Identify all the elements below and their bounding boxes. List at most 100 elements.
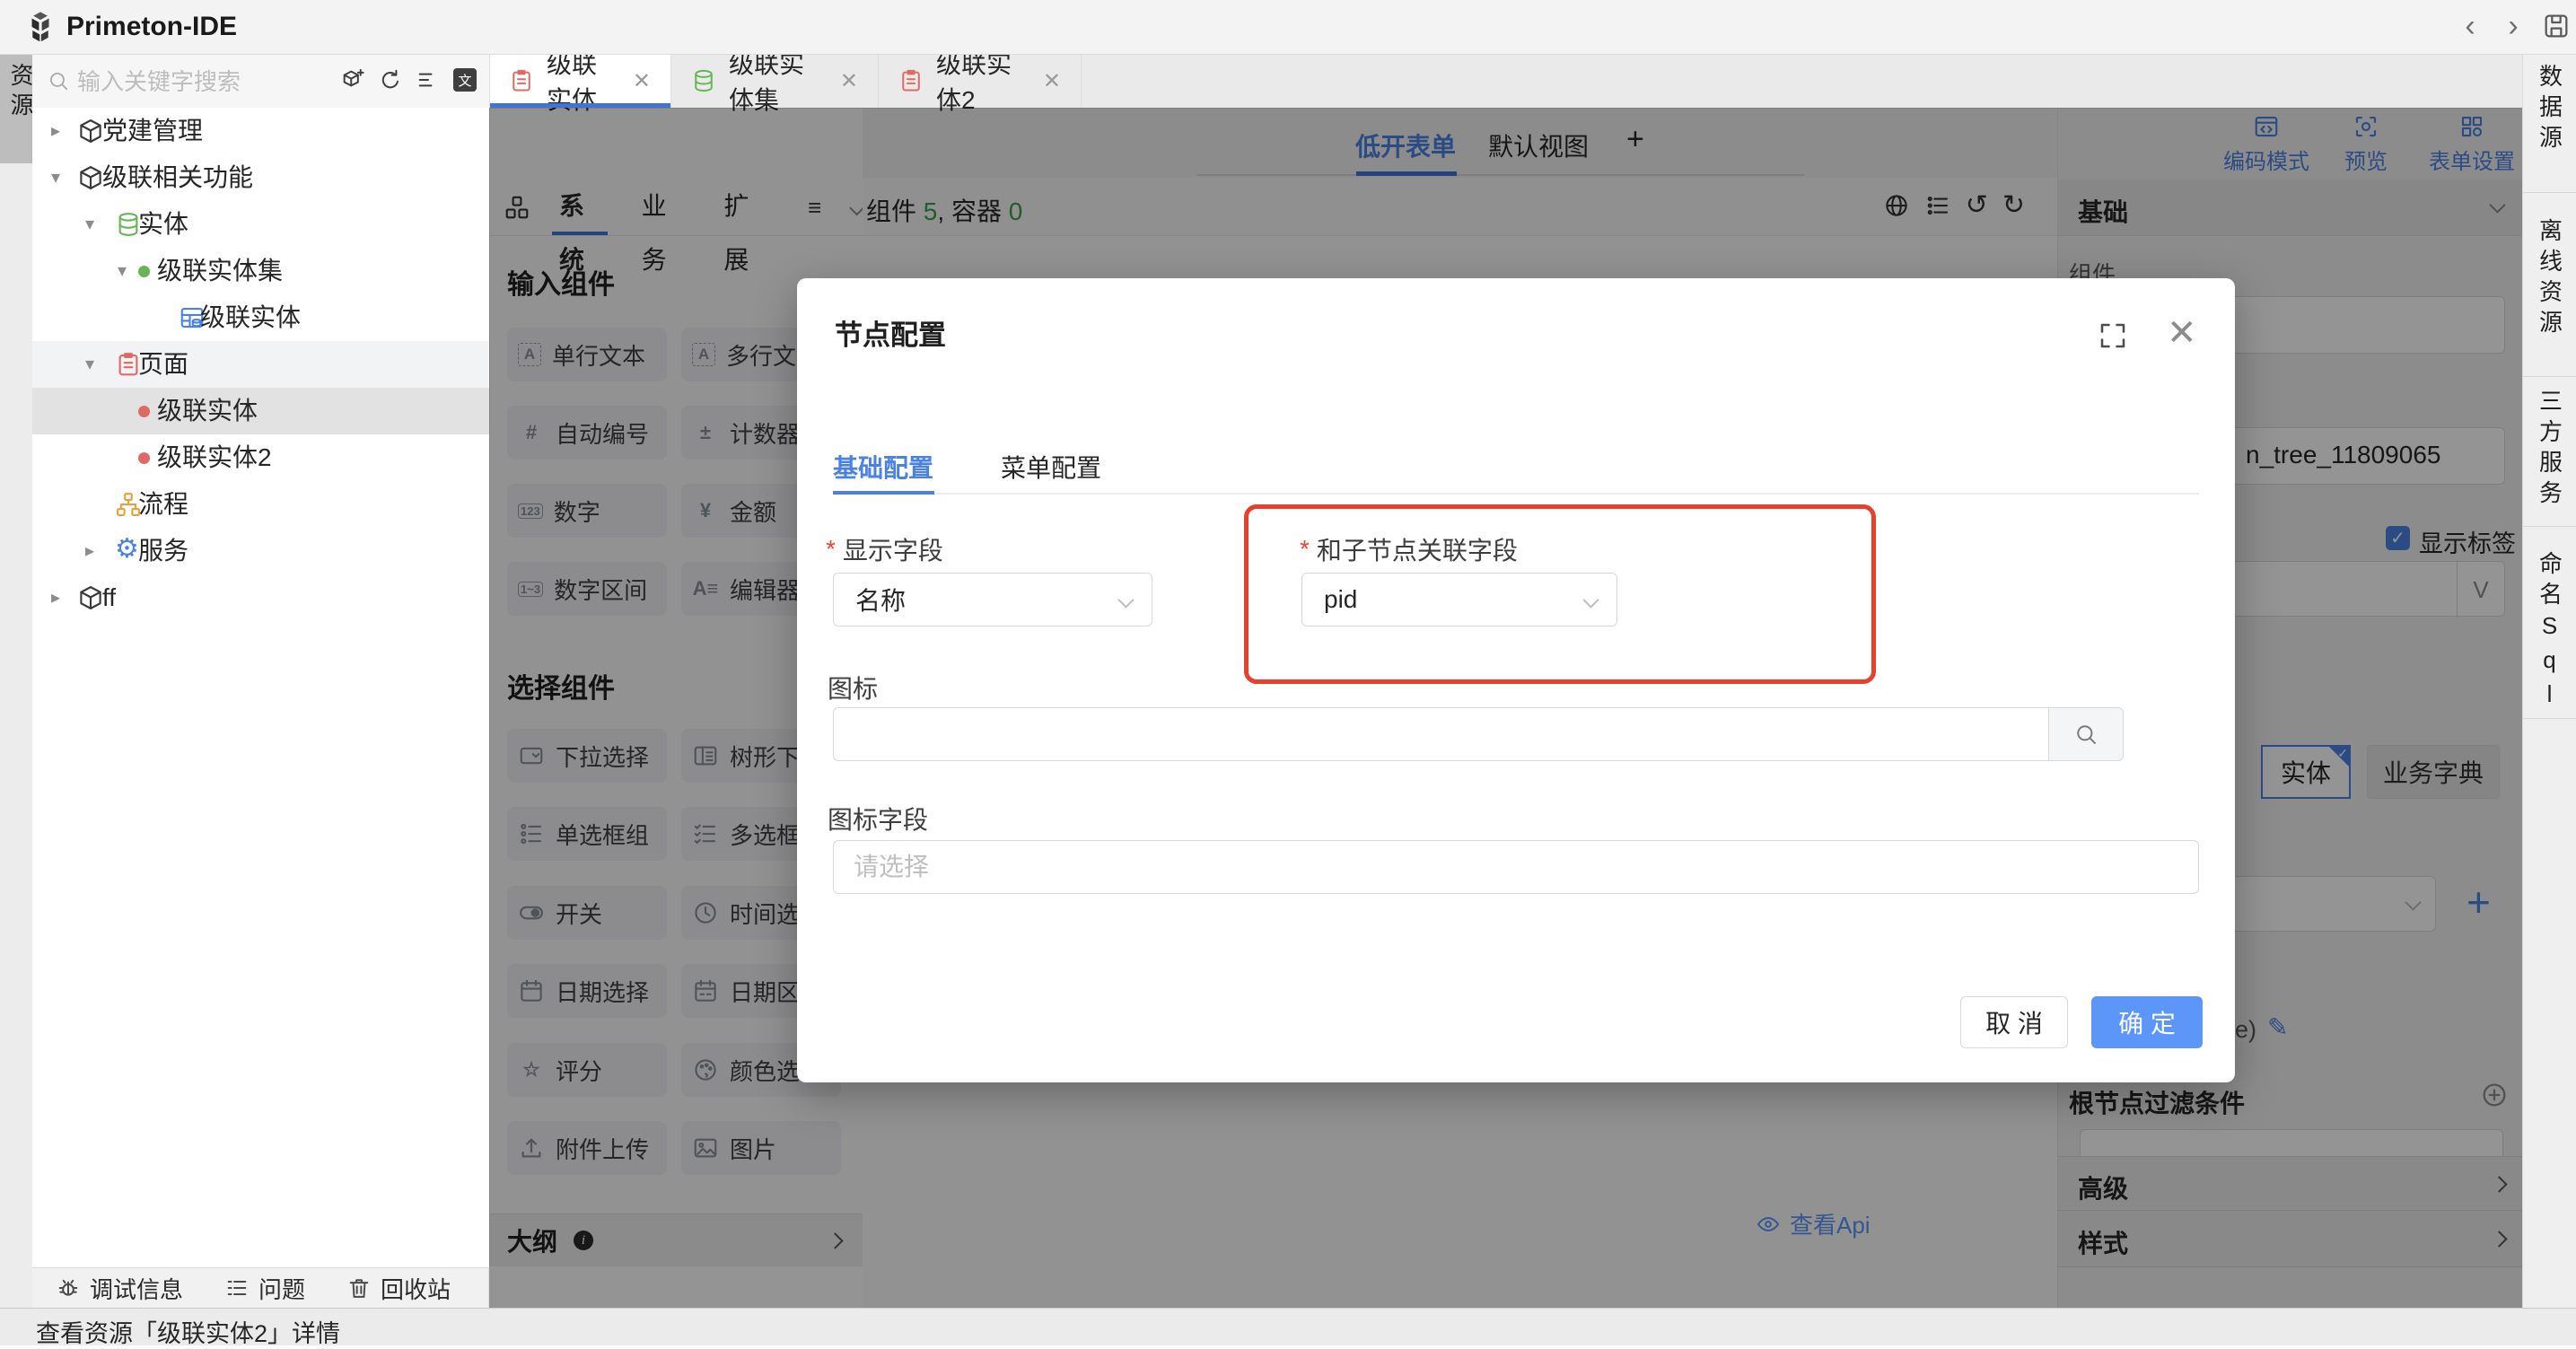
document-tab[interactable]: 级联实体✕ bbox=[489, 54, 671, 108]
tab-divider bbox=[833, 493, 2199, 495]
translate-icon[interactable]: 文 bbox=[453, 68, 477, 92]
dot-red-icon bbox=[138, 452, 150, 464]
add-model-icon[interactable] bbox=[340, 67, 365, 92]
tree-item-label: 服务 bbox=[138, 528, 188, 574]
toolbar-问题[interactable]: 问题 bbox=[224, 1272, 305, 1305]
bug-icon bbox=[56, 1275, 81, 1301]
rail-tab-命名Sql[interactable]: 命名Sql bbox=[2523, 551, 2576, 714]
display-field-value: 名称 bbox=[855, 582, 906, 618]
close-icon[interactable]: ✕ bbox=[633, 68, 651, 94]
rail-tab-数据源[interactable]: 数据源 bbox=[2523, 64, 2576, 155]
tree-item[interactable]: 级联实体 bbox=[32, 388, 489, 434]
document-tab[interactable]: 级联实体集✕ bbox=[671, 54, 879, 108]
tree-item[interactable]: ▾ 级联实体集 bbox=[32, 248, 489, 294]
cancel-button[interactable]: 取 消 bbox=[1960, 996, 2068, 1048]
tab-basic-config[interactable]: 基础配置 bbox=[833, 449, 933, 485]
package-icon bbox=[77, 164, 104, 191]
page-red-icon bbox=[898, 68, 924, 93]
display-field-select[interactable]: 名称 bbox=[833, 573, 1152, 626]
chevron-down-icon[interactable]: ▾ bbox=[118, 248, 127, 294]
tree-item-label: 级联相关功能 bbox=[102, 154, 253, 201]
search-icon bbox=[47, 69, 70, 92]
search-icon bbox=[2073, 722, 2098, 747]
chevron-right-icon[interactable]: ▸ bbox=[51, 574, 60, 621]
status-text: 查看资源「级联实体2」详情 bbox=[36, 1314, 340, 1349]
node-config-modal: 节点配置 ✕ 基础配置 菜单配置 * 显示字段 * 和子节点关联字段 名称 pi… bbox=[797, 278, 2235, 1082]
rail-tab-label: 命名Sql bbox=[2534, 551, 2567, 714]
close-icon[interactable]: ✕ bbox=[1043, 68, 1061, 94]
rail-divider bbox=[2523, 376, 2576, 377]
document-tab[interactable]: 级联实体2✕ bbox=[879, 54, 1082, 108]
rail-tab-离线资源[interactable]: 离线资源 bbox=[2523, 218, 2576, 340]
package-icon bbox=[77, 584, 104, 611]
tab-menu-config[interactable]: 菜单配置 bbox=[1001, 449, 1101, 485]
package-icon bbox=[77, 118, 104, 145]
required-star: * bbox=[826, 535, 836, 564]
child-link-field-select[interactable]: pid bbox=[1301, 573, 1617, 626]
tree-item-label: ff bbox=[102, 574, 116, 621]
save-icon[interactable] bbox=[2542, 12, 2571, 40]
rail-divider bbox=[2523, 526, 2576, 527]
tree-item[interactable]: ▸ ff bbox=[32, 574, 489, 621]
icon-label: 图标 bbox=[828, 670, 878, 705]
dot-red-icon bbox=[138, 406, 150, 417]
page-red-icon bbox=[509, 68, 534, 93]
tree-item[interactable]: ▾ 级联相关功能 bbox=[32, 154, 489, 201]
ok-button[interactable]: 确 定 bbox=[2091, 996, 2203, 1048]
top-bar: Primeton-IDE ‹ › bbox=[0, 0, 2576, 55]
search-input[interactable] bbox=[75, 65, 339, 99]
icon-input[interactable] bbox=[833, 707, 2048, 761]
toolbar-label: 回收站 bbox=[381, 1272, 451, 1305]
child-link-field-label: * 和子节点关联字段 bbox=[1300, 531, 1518, 567]
chevron-down-icon bbox=[1582, 591, 1599, 608]
tree-item[interactable]: 流程 bbox=[32, 481, 489, 528]
close-icon[interactable]: ✕ bbox=[840, 68, 858, 94]
chevron-right-icon[interactable]: ▸ bbox=[51, 108, 60, 154]
tab-underline bbox=[833, 491, 934, 495]
nav-forward-button[interactable]: › bbox=[2495, 9, 2531, 44]
nav-back-button[interactable]: ‹ bbox=[2452, 9, 2488, 44]
icon-search-button[interactable] bbox=[2048, 707, 2124, 761]
refresh-icon[interactable] bbox=[378, 67, 403, 92]
tree-item-label: 级联实体集 bbox=[157, 248, 283, 294]
rail-divider bbox=[2523, 718, 2576, 719]
db-green-icon bbox=[691, 68, 716, 93]
sort-icon[interactable] bbox=[416, 67, 441, 92]
document-tab-label: 级联实体2 bbox=[936, 45, 1030, 117]
tree-item[interactable]: ▸⚙服务 bbox=[32, 528, 489, 574]
rail-tab-label: 三方服务 bbox=[2534, 389, 2567, 511]
sidebar-search-tools: 文 bbox=[340, 67, 477, 92]
document-tabbar: 级联实体✕级联实体集✕级联实体2✕ bbox=[489, 54, 2522, 109]
tree-item-label: 实体 bbox=[138, 201, 188, 248]
icon-field-input[interactable] bbox=[833, 840, 2199, 894]
tree-item-label: 页面 bbox=[138, 341, 188, 388]
chevron-down-icon[interactable]: ▾ bbox=[51, 154, 60, 201]
toolbar-label: 问题 bbox=[258, 1272, 305, 1305]
chevron-down-icon[interactable]: ▾ bbox=[85, 201, 94, 248]
toolbar-回收站[interactable]: 回收站 bbox=[346, 1272, 451, 1305]
tree-item-label: 级联实体2 bbox=[157, 434, 272, 481]
toolbar-label: 调试信息 bbox=[90, 1272, 183, 1305]
tree-item[interactable]: ▾ 实体 bbox=[32, 201, 489, 248]
chevron-down-icon[interactable]: ▾ bbox=[85, 341, 94, 388]
chevron-right-icon[interactable]: ▸ bbox=[85, 528, 94, 574]
tree-item[interactable]: ▸ 党建管理 bbox=[32, 108, 489, 154]
display-field-label: * 显示字段 bbox=[826, 531, 943, 567]
modal-title: 节点配置 bbox=[835, 312, 946, 353]
rail-tab-三方服务[interactable]: 三方服务 bbox=[2523, 389, 2576, 511]
child-link-field-value: pid bbox=[1324, 585, 1357, 614]
fullscreen-icon[interactable] bbox=[2097, 320, 2129, 352]
close-icon[interactable]: ✕ bbox=[2167, 312, 2197, 354]
app-title: Primeton-IDE bbox=[66, 12, 237, 42]
tree-item-label: 级联实体 bbox=[157, 388, 258, 434]
trash-icon bbox=[346, 1275, 372, 1301]
tree-item[interactable]: ▾ 页面 bbox=[32, 341, 489, 388]
tree-item[interactable]: 级联实体 bbox=[32, 294, 489, 341]
tree-item-label: 流程 bbox=[138, 481, 188, 528]
rail-tab-resources[interactable]: 资源 bbox=[0, 54, 32, 163]
left-rail: 资源 bbox=[0, 54, 33, 1308]
tree-item[interactable]: 级联实体2 bbox=[32, 434, 489, 481]
toolbar-调试信息[interactable]: 调试信息 bbox=[56, 1272, 183, 1305]
tree-item-label: 党建管理 bbox=[102, 108, 203, 154]
status-bar: 查看资源「级联实体2」详情 bbox=[0, 1308, 2576, 1345]
